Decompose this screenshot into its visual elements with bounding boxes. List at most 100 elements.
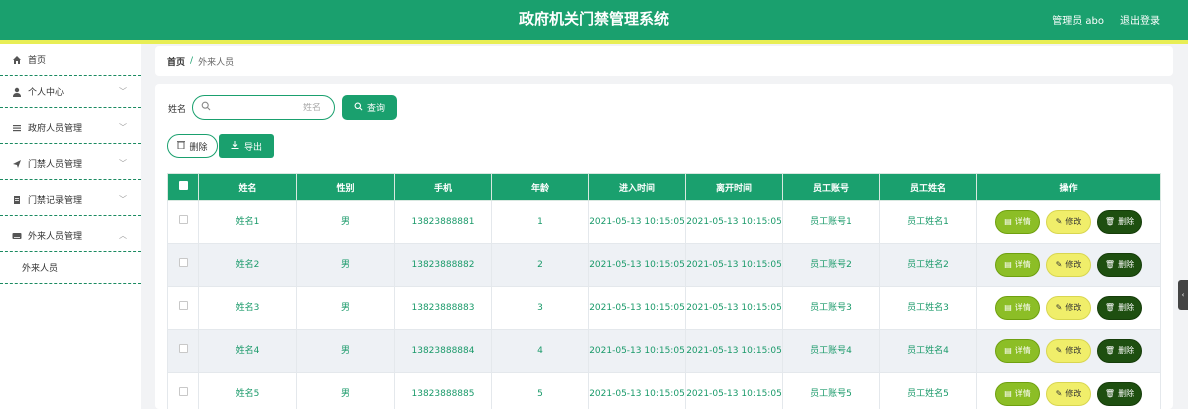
edit-button[interactable]: ✎ 修改 [1046, 210, 1091, 234]
query-button[interactable]: 查询 [342, 95, 397, 120]
cell-name: 姓名1 [198, 200, 297, 244]
cell-name: 姓名3 [198, 286, 297, 330]
delete-row-button[interactable]: 🗑︎ 删除 [1097, 253, 1142, 277]
column-header: 姓名 [198, 173, 297, 201]
column-header: 员工姓名 [879, 173, 977, 201]
delete-row-button[interactable]: 🗑︎ 删除 [1097, 210, 1142, 234]
row-checkbox[interactable] [167, 372, 199, 409]
document-icon: ▤ [1004, 389, 1012, 398]
cell-age: 2 [491, 243, 589, 287]
detail-button[interactable]: ▤ 详情 [995, 339, 1040, 363]
search-icon [201, 101, 211, 114]
edit-button-label: 修改 [1065, 217, 1082, 226]
delete-row-button-label: 删除 [1118, 217, 1135, 226]
breadcrumb-home[interactable]: 首页 [167, 55, 185, 68]
document-icon: ▤ [1004, 346, 1012, 355]
column-header: 操作 [976, 173, 1161, 201]
cell-staff-name: 员工姓名4 [879, 329, 977, 373]
edit-button-label: 修改 [1065, 303, 1082, 312]
row-checkbox[interactable] [167, 286, 199, 330]
cell-phone: 13823888883 [394, 286, 492, 330]
row-checkbox[interactable] [167, 200, 199, 244]
search-input[interactable] [211, 102, 321, 113]
cell-enter-time: 2021-05-13 10:15:05 [588, 200, 686, 244]
sidebar-item-gov-staff[interactable]: 政府人员管理 ﹀ [0, 112, 141, 144]
chevron-down-icon: ﹀ [119, 159, 127, 168]
trash-icon [177, 140, 186, 152]
cell-phone: 13823888881 [394, 200, 492, 244]
column-header: 员工账号 [782, 173, 880, 201]
sidebar-subitem-visitors[interactable]: 外来人员 [0, 252, 141, 284]
trash-icon: 🗑︎ [1104, 346, 1116, 355]
detail-button[interactable]: ▤ 详情 [995, 296, 1040, 320]
cell-name: 姓名2 [198, 243, 297, 287]
column-header: 离开时间 [685, 173, 783, 201]
user-icon [12, 87, 22, 97]
document-icon: ▤ [1004, 303, 1012, 312]
cell-actions: ▤ 详情 ✎ 修改 🗑︎ 删除 [976, 200, 1161, 244]
edit-button[interactable]: ✎ 修改 [1046, 382, 1091, 406]
sidebar-item-access-records[interactable]: 门禁记录管理 ﹀ [0, 184, 141, 216]
breadcrumb-separator: / [190, 56, 194, 66]
cell-actions: ▤ 详情 ✎ 修改 🗑︎ 删除 [976, 286, 1161, 330]
top-bar: 政府机关门禁管理系统 管理员 abo 退出登录 [0, 0, 1188, 40]
delete-row-button-label: 删除 [1118, 303, 1135, 312]
edit-button[interactable]: ✎ 修改 [1046, 253, 1091, 277]
sidebar-item-access-staff[interactable]: 门禁人员管理 ﹀ [0, 148, 141, 180]
bulk-delete-button[interactable]: 删除 [167, 134, 218, 158]
chevron-up-icon: ︿ [119, 231, 127, 240]
cell-phone: 13823888885 [394, 372, 492, 409]
detail-button-label: 详情 [1014, 217, 1031, 226]
delete-row-button-label: 删除 [1118, 260, 1135, 269]
pencil-icon: ✎ [1055, 217, 1063, 226]
edit-button[interactable]: ✎ 修改 [1046, 339, 1091, 363]
cell-staff-name: 员工姓名3 [879, 286, 977, 330]
breadcrumb: 首页 / 外来人员 [155, 46, 1173, 76]
cell-actions: ▤ 详情 ✎ 修改 🗑︎ 删除 [976, 243, 1161, 287]
table-row: 姓名3 男 13823888883 3 2021-05-13 10:15:05 … [167, 286, 1161, 330]
cell-actions: ▤ 详情 ✎ 修改 🗑︎ 删除 [976, 372, 1161, 409]
delete-row-button[interactable]: 🗑︎ 删除 [1097, 382, 1142, 406]
trash-icon: 🗑︎ [1104, 303, 1116, 312]
cell-age: 5 [491, 372, 589, 409]
cell-gender: 男 [296, 243, 395, 287]
cell-leave-time: 2021-05-13 10:15:05 [685, 243, 783, 287]
detail-button-label: 详情 [1014, 303, 1031, 312]
cell-name: 姓名5 [198, 372, 297, 409]
row-checkbox[interactable] [167, 243, 199, 287]
cell-age: 4 [491, 329, 589, 373]
sidebar-item-home[interactable]: 首页 [0, 44, 141, 76]
table-row: 姓名5 男 13823888885 5 2021-05-13 10:15:05 … [167, 372, 1161, 409]
select-all-checkbox[interactable] [167, 173, 199, 201]
sidebar-item-visitors[interactable]: 外来人员管理 ︿ [0, 220, 141, 252]
delete-row-button[interactable]: 🗑︎ 删除 [1097, 296, 1142, 320]
row-checkbox[interactable] [167, 329, 199, 373]
search-icon [354, 102, 363, 114]
detail-button[interactable]: ▤ 详情 [995, 253, 1040, 277]
pencil-icon: ✎ [1055, 303, 1063, 312]
chevron-down-icon: ﹀ [119, 123, 127, 132]
delete-row-button[interactable]: 🗑︎ 删除 [1097, 339, 1142, 363]
visitors-table: 姓名 性别 手机 年龄 进入时间 离开时间 员工账号 员工姓名 操作 姓名1 男… [167, 173, 1161, 409]
search-field[interactable] [192, 95, 335, 120]
sidebar-item-label: 门禁人员管理 [28, 160, 83, 170]
detail-button[interactable]: ▤ 详情 [995, 210, 1040, 234]
column-header: 进入时间 [588, 173, 686, 201]
cell-age: 1 [491, 200, 589, 244]
cell-leave-time: 2021-05-13 10:15:05 [685, 372, 783, 409]
cell-staff-name: 员工姓名1 [879, 200, 977, 244]
sidebar-item-profile[interactable]: 个人中心 ﹀ [0, 76, 141, 108]
cell-enter-time: 2021-05-13 10:15:05 [588, 372, 686, 409]
side-toggle-handle[interactable]: ‹ [1178, 280, 1188, 310]
table-row: 姓名4 男 13823888884 4 2021-05-13 10:15:05 … [167, 329, 1161, 373]
detail-button[interactable]: ▤ 详情 [995, 382, 1040, 406]
sidebar-item-label: 政府人员管理 [28, 124, 83, 134]
logout-link[interactable]: 退出登录 [1120, 12, 1160, 27]
cell-age: 3 [491, 286, 589, 330]
detail-button-label: 详情 [1014, 260, 1031, 269]
cell-gender: 男 [296, 200, 395, 244]
export-button[interactable]: 导出 [219, 134, 274, 158]
column-header: 手机 [394, 173, 492, 201]
table-row: 姓名2 男 13823888882 2 2021-05-13 10:15:05 … [167, 243, 1161, 287]
edit-button[interactable]: ✎ 修改 [1046, 296, 1091, 320]
